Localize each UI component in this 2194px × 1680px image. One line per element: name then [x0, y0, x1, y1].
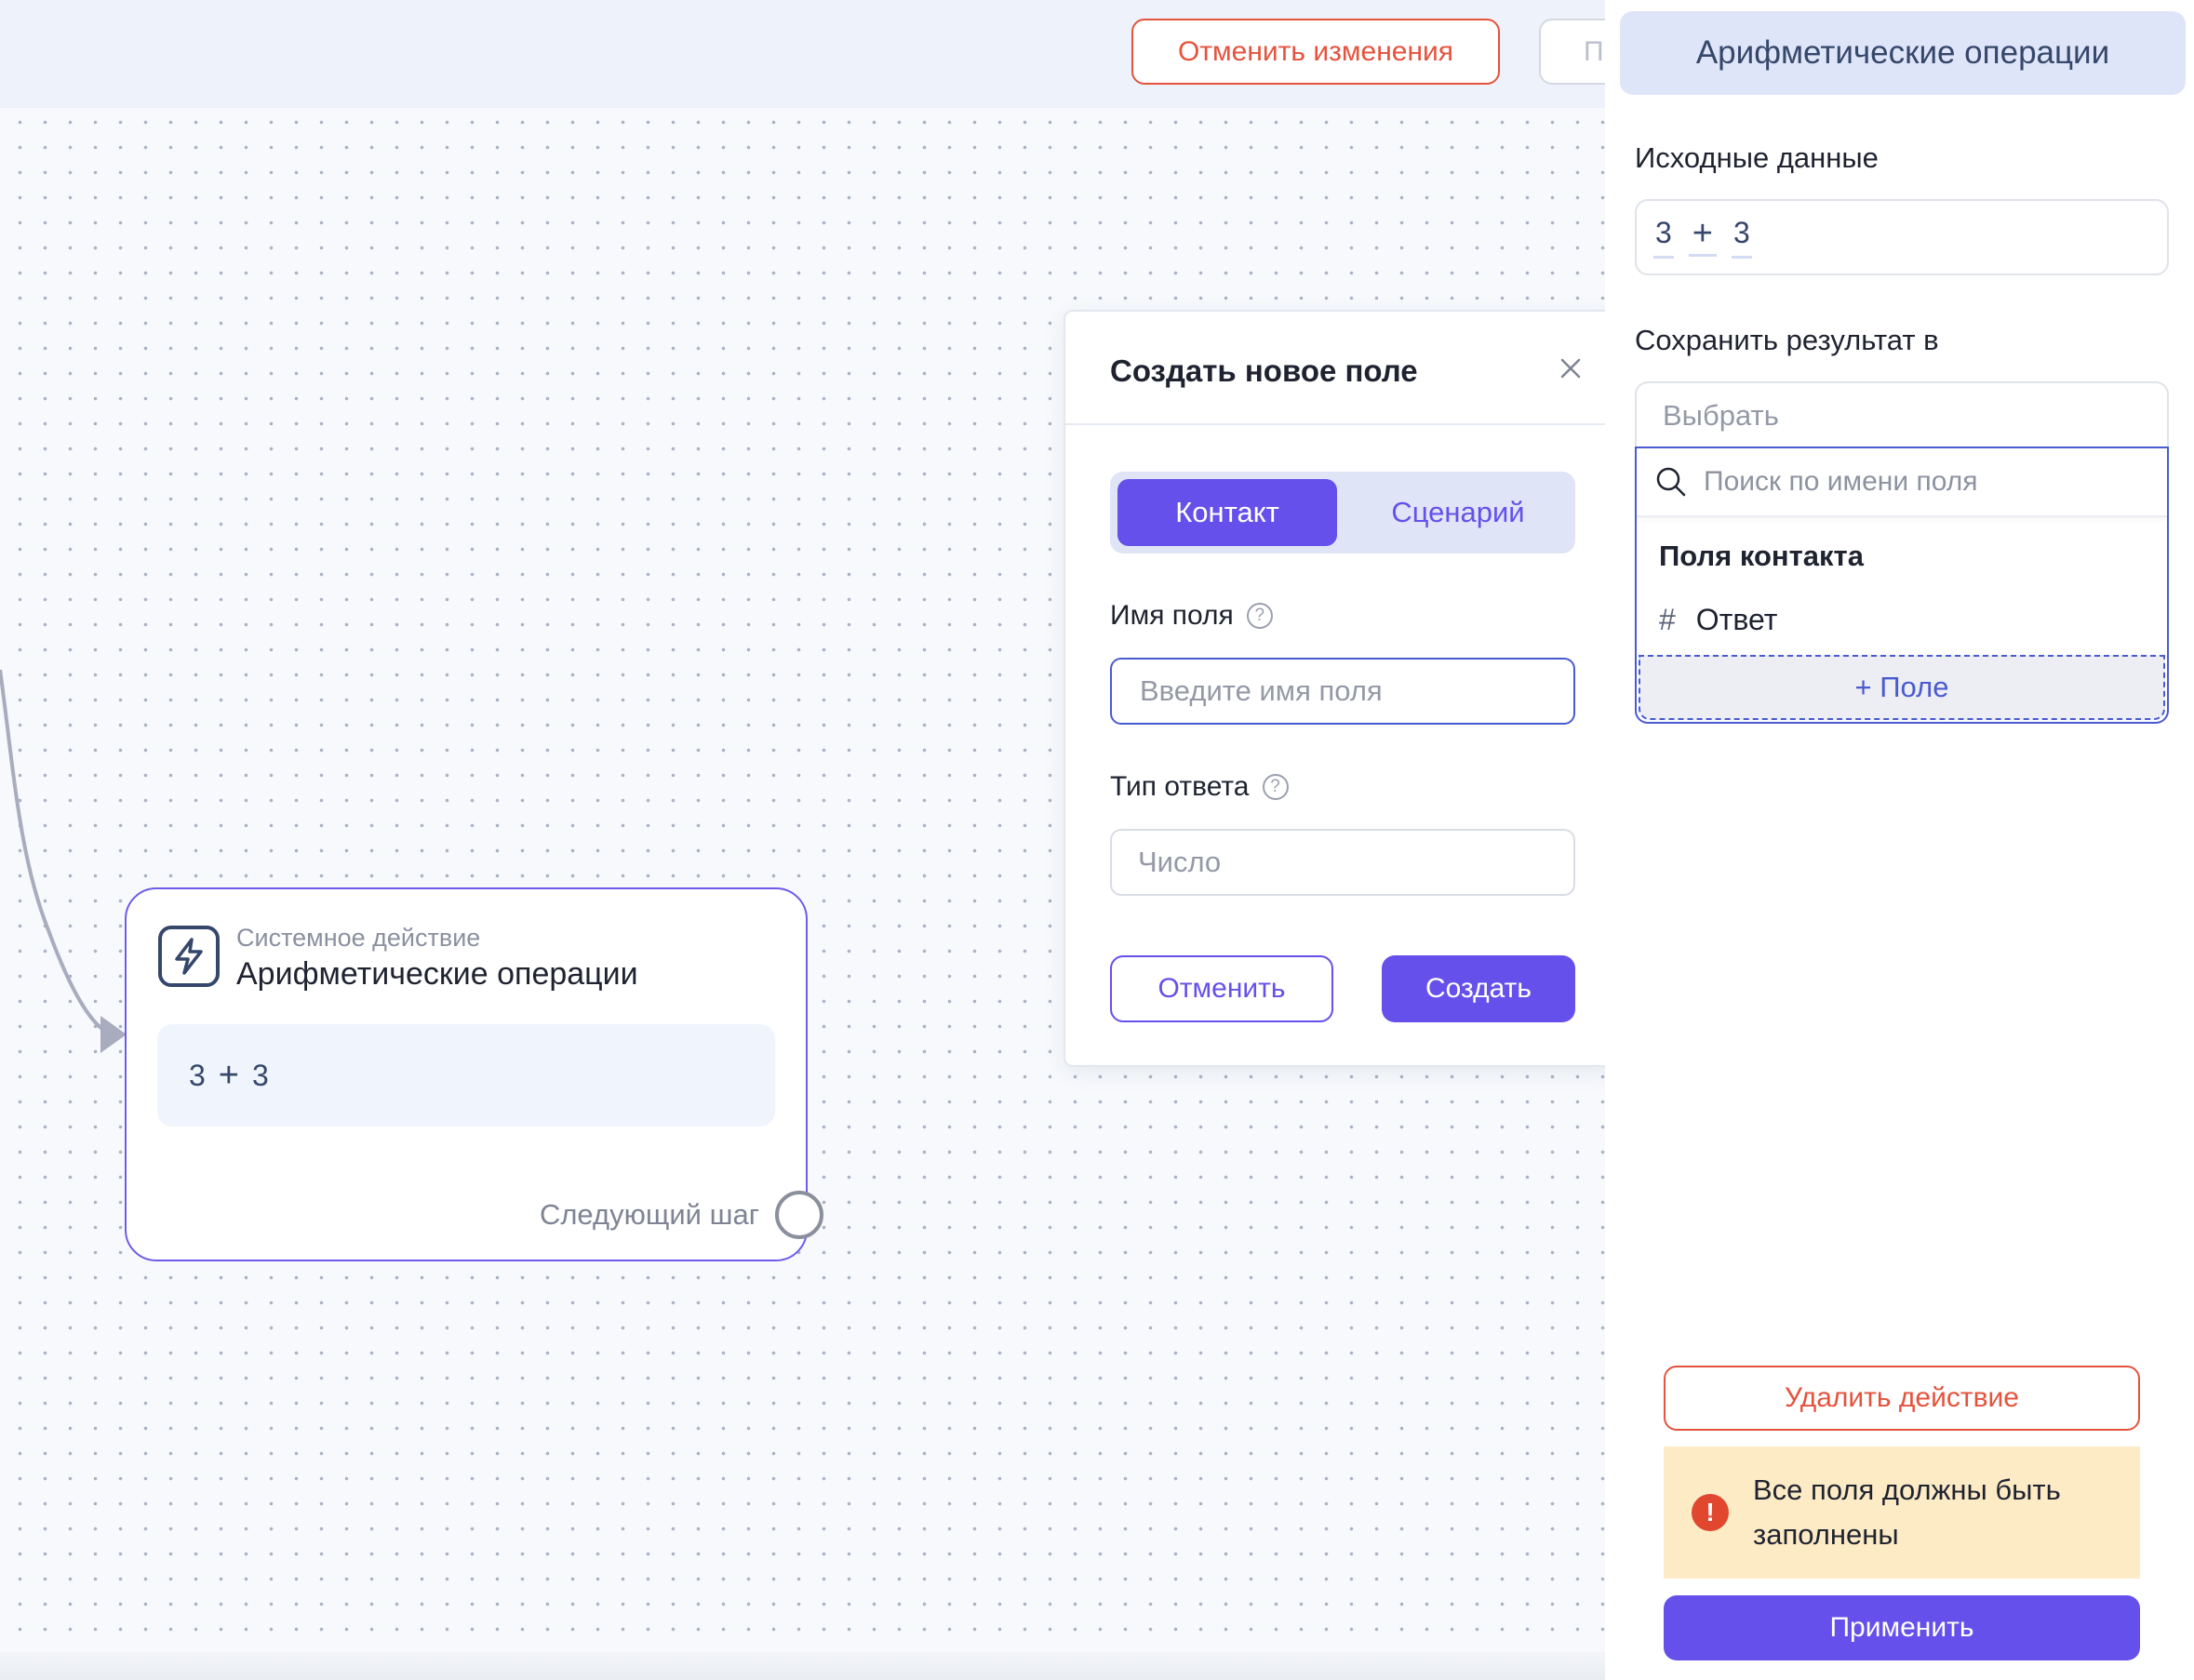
close-icon[interactable] — [1557, 354, 1585, 382]
panel-title: Арифметические операции — [1620, 11, 2186, 95]
modal-divider — [1065, 423, 1618, 425]
source-data-label: Исходные данные — [1635, 141, 1879, 174]
delete-action-button[interactable]: Удалить действие — [1664, 1366, 2140, 1431]
modal-cancel-button[interactable]: Отменить — [1110, 955, 1333, 1022]
tab-contact[interactable]: Контакт — [1117, 479, 1337, 546]
field-name-label-row: Имя поля ? — [1110, 600, 1273, 632]
save-result-select[interactable]: Выбрать — [1635, 381, 2169, 448]
node-expression: 3 + 3 — [157, 1024, 775, 1127]
answer-type-select[interactable]: Число — [1110, 829, 1575, 896]
lightning-icon — [158, 926, 220, 987]
bottom-edge — [0, 1652, 1605, 1680]
expression-right-operand[interactable]: 3 — [1732, 216, 1752, 259]
node-title: Арифметические операции — [236, 956, 638, 992]
field-dropdown: Поля контакта # Ответ + Поле — [1635, 447, 2169, 724]
field-name-label: Имя поля — [1110, 600, 1234, 631]
answer-type-label-row: Тип ответа ? — [1110, 771, 1289, 803]
alert-text: Все поля должны быть заполнены — [1753, 1473, 2061, 1551]
cancel-changes-button[interactable]: Отменить изменения — [1131, 19, 1500, 85]
scope-segmented-control: Контакт Сценарий — [1110, 472, 1575, 553]
field-search-input[interactable] — [1704, 466, 2150, 498]
source-expression-field[interactable]: 3 + 3 — [1635, 199, 2169, 275]
help-icon[interactable]: ? — [1262, 774, 1289, 800]
modal-title: Создать новое поле — [1110, 353, 1418, 388]
search-icon — [1656, 467, 1686, 497]
save-result-label: Сохранить результат в — [1635, 324, 1939, 356]
dropdown-search — [1637, 448, 2167, 517]
help-icon[interactable]: ? — [1246, 603, 1273, 629]
list-item[interactable]: # Ответ — [1659, 603, 1777, 637]
dropdown-group-title: Поля контакта — [1659, 540, 1864, 572]
node-subtitle: Системное действие — [236, 924, 481, 952]
answer-type-label: Тип ответа — [1110, 771, 1250, 802]
next-step-port[interactable] — [775, 1191, 823, 1239]
action-node-card[interactable]: Системное действие Арифметические операц… — [125, 887, 823, 1261]
modal-create-button[interactable]: Создать — [1382, 955, 1575, 1022]
validation-alert: ! Все поля должны быть заполнены — [1664, 1447, 2140, 1579]
expression-left-operand[interactable]: 3 — [1653, 216, 1674, 259]
create-field-modal: Создать новое поле Контакт Сценарий Имя … — [1064, 310, 1620, 1067]
hash-icon: # — [1659, 603, 1676, 636]
field-name-input[interactable] — [1110, 658, 1575, 725]
expression-right-operand: 3 — [252, 1058, 269, 1092]
next-step-label: Следующий шаг — [539, 1198, 759, 1231]
error-icon: ! — [1692, 1494, 1729, 1531]
add-field-button[interactable]: + Поле — [1639, 655, 2165, 720]
list-item-label: Ответ — [1695, 603, 1778, 636]
connector-arrow — [0, 669, 127, 1053]
tab-scenario[interactable]: Сценарий — [1348, 479, 1568, 546]
expression-operator[interactable]: + — [1688, 216, 1717, 257]
expression-left-operand: 3 — [189, 1058, 206, 1092]
expression-operator: + — [218, 1055, 239, 1095]
apply-button[interactable]: Применить — [1664, 1595, 2140, 1660]
